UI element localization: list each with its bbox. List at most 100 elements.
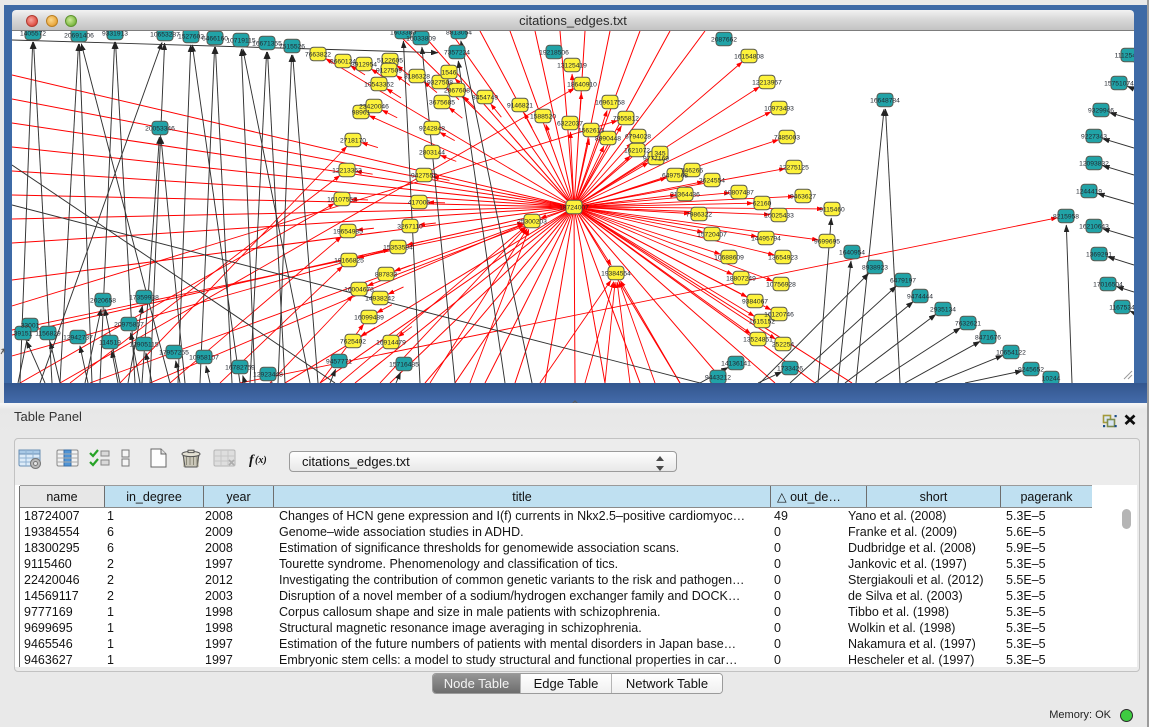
svg-text:9331913: 9331913	[102, 31, 128, 37]
svg-text:114519: 114519	[99, 339, 121, 346]
svg-text:887833: 887833	[375, 271, 398, 278]
svg-text:19218506: 19218506	[539, 49, 569, 56]
svg-text:3267110: 3267110	[397, 223, 423, 230]
svg-text:9463627: 9463627	[790, 193, 816, 200]
svg-text:20053346: 20053346	[145, 125, 175, 132]
svg-text:2367608: 2367608	[444, 87, 470, 94]
svg-text:17016504: 17016504	[1093, 281, 1123, 288]
svg-text:39151: 39151	[14, 330, 33, 337]
svg-text:62160: 62160	[753, 200, 772, 207]
svg-text:10958107: 10958107	[189, 354, 219, 361]
svg-text:9227343: 9227343	[1081, 133, 1107, 140]
svg-text:16099489: 16099489	[354, 314, 384, 321]
svg-text:15353594: 15353594	[383, 244, 413, 251]
svg-text:1621072: 1621072	[624, 147, 650, 154]
svg-text:13524851: 13524851	[743, 336, 773, 343]
svg-text:7663822: 7663822	[305, 51, 331, 58]
svg-text:7955812: 7955812	[613, 115, 639, 122]
svg-text:12213967: 12213967	[752, 79, 782, 86]
svg-text:2935134: 2935134	[930, 306, 956, 313]
svg-text:18724007: 18724007	[559, 204, 589, 211]
svg-text:9242848: 9242848	[419, 125, 445, 132]
svg-text:15720407: 15720407	[697, 231, 727, 238]
svg-text:1588520: 1588520	[530, 113, 556, 120]
svg-text:16120746: 16120746	[764, 311, 794, 318]
svg-text:21364436: 21364436	[670, 191, 700, 198]
svg-text:10973493: 10973493	[764, 105, 794, 112]
svg-text:9329946: 9329946	[1088, 107, 1114, 114]
svg-text:16648784: 16648784	[870, 97, 900, 104]
svg-text:7515526: 7515526	[279, 43, 305, 50]
svg-text:17359938: 17359938	[129, 294, 159, 301]
svg-text:10807487: 10807487	[724, 189, 754, 196]
svg-text:18640910: 18640910	[567, 81, 597, 88]
svg-text:9699695: 9699695	[814, 238, 840, 245]
svg-text:9427552: 9427552	[411, 172, 437, 179]
svg-text:23420046: 23420046	[359, 103, 389, 110]
svg-text:98961: 98961	[352, 109, 371, 116]
svg-text:12905115: 12905115	[129, 341, 159, 348]
svg-text:15716485: 15716485	[389, 361, 419, 368]
svg-text:8938923: 8938923	[862, 264, 888, 271]
svg-text:7986322: 7986322	[686, 211, 712, 218]
svg-text:(x): (x)	[255, 455, 267, 466]
svg-text:10756928: 10756928	[766, 281, 796, 288]
svg-text:16782759: 16782759	[225, 364, 255, 371]
svg-text:20975857: 20975857	[114, 321, 144, 328]
svg-text:25300203: 25300203	[517, 218, 547, 225]
svg-text:17957255: 17957255	[159, 349, 189, 356]
svg-text:1527602: 1527602	[178, 33, 204, 40]
svg-text:10654122: 10654122	[996, 349, 1026, 356]
svg-text:1562615: 1562615	[578, 127, 604, 134]
svg-text:8215958: 8215958	[1053, 213, 1079, 220]
svg-text:9245652: 9245652	[1018, 366, 1044, 373]
svg-text:1167534: 1167534	[1109, 304, 1134, 311]
svg-text:16154808: 16154808	[734, 53, 764, 60]
svg-text:9443212: 9443212	[705, 374, 731, 381]
svg-text:6794028: 6794028	[625, 133, 651, 140]
svg-text:10244: 10244	[1042, 375, 1061, 382]
svg-text:13125419: 13125419	[557, 62, 587, 69]
svg-text:12275125: 12275125	[779, 164, 809, 171]
svg-text:12923448: 12923448	[253, 371, 283, 378]
svg-text:10653287: 10653287	[150, 31, 180, 38]
svg-text:8454749: 8454749	[472, 94, 498, 101]
svg-text:12942737: 12942737	[63, 334, 93, 341]
svg-text:1615152: 1615152	[749, 318, 775, 325]
svg-text:3912954: 3912954	[351, 61, 377, 68]
svg-text:12213363: 12213363	[332, 167, 362, 174]
svg-text:8990448: 8990448	[595, 135, 621, 142]
svg-text:2718170: 2718170	[340, 137, 366, 144]
svg-text:10543362: 10543362	[364, 81, 394, 88]
svg-text:2020658: 2020658	[90, 297, 116, 304]
svg-text:7625402: 7625402	[340, 338, 366, 345]
svg-text:3675685: 3675685	[429, 99, 455, 106]
svg-text:16210643: 16210643	[1079, 223, 1109, 230]
svg-text:2803144: 2803144	[419, 149, 445, 156]
svg-text:1640954: 1640954	[839, 249, 865, 256]
svg-text:1733426: 1733426	[777, 365, 803, 372]
svg-text:5122605: 5122605	[377, 57, 403, 64]
svg-text:6466160: 6466160	[202, 35, 228, 42]
svg-text:19384554: 19384554	[601, 270, 631, 277]
svg-text:16671355: 16671355	[252, 40, 282, 47]
svg-text:9384067: 9384067	[742, 298, 768, 305]
svg-text:9457771: 9457771	[326, 358, 352, 365]
svg-text:8813054: 8813054	[446, 31, 472, 36]
svg-text:1405572: 1405572	[20, 31, 46, 37]
svg-text:16107553: 16107553	[327, 196, 357, 203]
svg-text:6479197: 6479197	[890, 277, 916, 284]
svg-text:14938242: 14938242	[365, 295, 395, 302]
svg-text:15751074: 15751074	[1104, 80, 1134, 87]
svg-text:9127509: 9127509	[376, 67, 402, 74]
svg-text:2087662: 2087662	[711, 36, 737, 43]
svg-text:9474444: 9474444	[907, 293, 933, 300]
svg-text:746266: 746266	[681, 167, 704, 174]
svg-text:6322037: 6322037	[557, 120, 583, 127]
svg-text:7357224: 7357224	[444, 49, 470, 56]
svg-text:10025433: 10025433	[764, 212, 794, 219]
svg-text:7485003: 7485003	[774, 134, 800, 141]
svg-text:11125419: 11125419	[1115, 52, 1134, 59]
svg-text:1546: 1546	[442, 69, 457, 76]
svg-text:1369291: 1369291	[1086, 251, 1112, 258]
